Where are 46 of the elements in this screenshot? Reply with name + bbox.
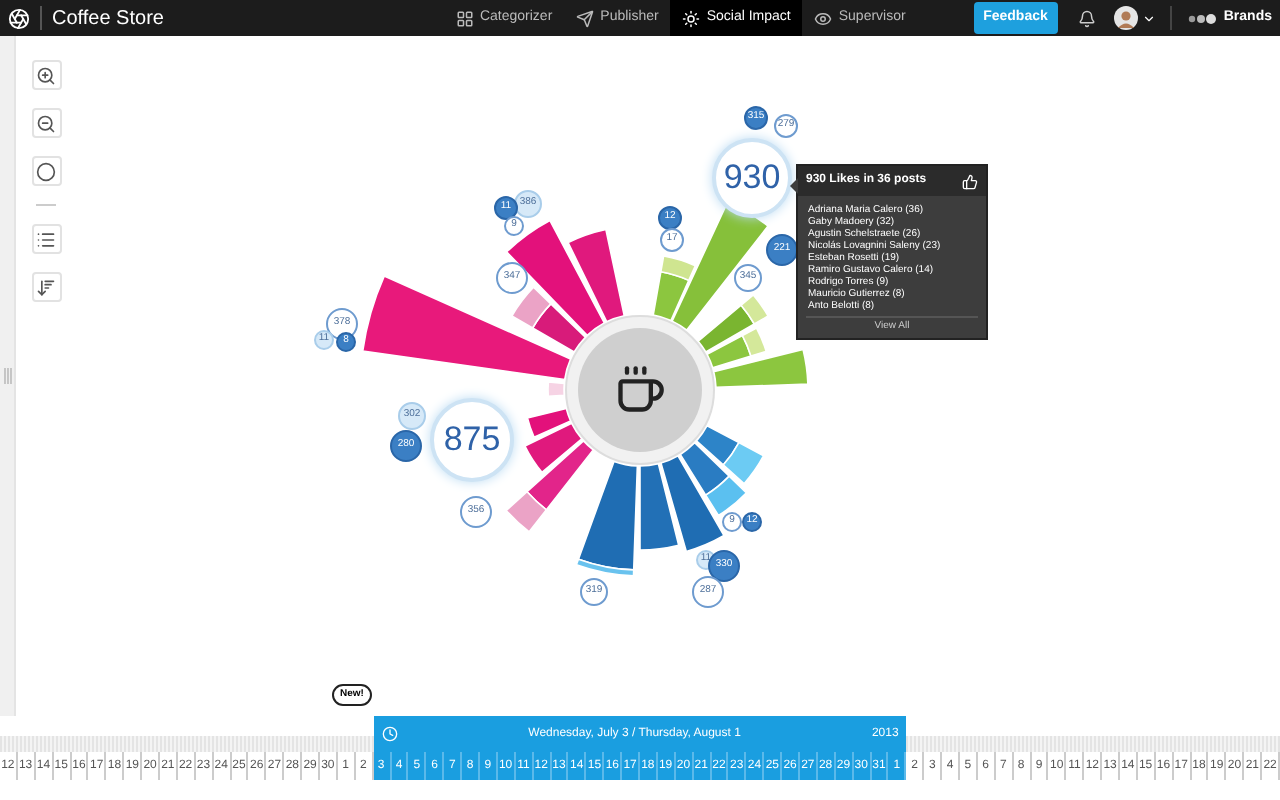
sun-icon (682, 9, 701, 27)
caret-icon[interactable] (1141, 11, 1156, 25)
sort-icon (36, 277, 56, 297)
zoom-out-button[interactable] (31, 108, 61, 138)
list-icon (36, 229, 56, 249)
radial-bar[interactable] (524, 422, 583, 474)
radial-bar[interactable] (567, 228, 625, 323)
radial-bar[interactable] (639, 462, 680, 551)
radial-bar[interactable] (660, 455, 725, 553)
radial-bar[interactable] (505, 219, 606, 337)
radial-bar[interactable] (740, 294, 769, 325)
radial-bar[interactable] (697, 304, 756, 353)
total-bubble[interactable]: 875 (430, 398, 514, 482)
radial-bar[interactable] (361, 275, 572, 381)
sort-button[interactable] (31, 272, 61, 302)
coffee-cup-icon (614, 364, 666, 416)
send-icon (576, 9, 595, 27)
avatar[interactable] (1113, 6, 1138, 30)
grid-icon (455, 9, 474, 27)
total-bubble[interactable]: 930 (712, 138, 792, 218)
logo-icon (8, 7, 30, 29)
zoom-in-button[interactable] (31, 60, 61, 90)
radial-bar[interactable] (722, 441, 765, 485)
zoom-in-icon (36, 65, 56, 85)
clock-icon (381, 726, 398, 742)
thumbs-up-icon (962, 173, 978, 189)
radial-bar[interactable] (531, 303, 587, 353)
radial-bar[interactable] (695, 424, 740, 466)
circle-icon (36, 161, 56, 181)
radial-bar[interactable] (505, 490, 548, 533)
reset-button[interactable] (31, 156, 61, 186)
bell-icon[interactable] (1077, 9, 1096, 27)
zoom-out-icon (36, 113, 56, 133)
app-title: Coffee Store (52, 5, 164, 33)
eye-icon (814, 9, 833, 27)
radial-bar[interactable] (526, 440, 594, 511)
radial-bar[interactable] (575, 558, 635, 577)
radial-bar[interactable] (704, 475, 748, 517)
radial-bar[interactable] (511, 286, 552, 329)
radial-bar[interactable] (706, 334, 752, 369)
side-handle[interactable] (0, 36, 16, 716)
radial-bar[interactable] (577, 460, 639, 571)
dots-icon[interactable] (1187, 13, 1216, 23)
radial-bar[interactable] (526, 407, 572, 438)
radial-bar[interactable] (679, 442, 730, 496)
list-button[interactable] (31, 224, 61, 254)
